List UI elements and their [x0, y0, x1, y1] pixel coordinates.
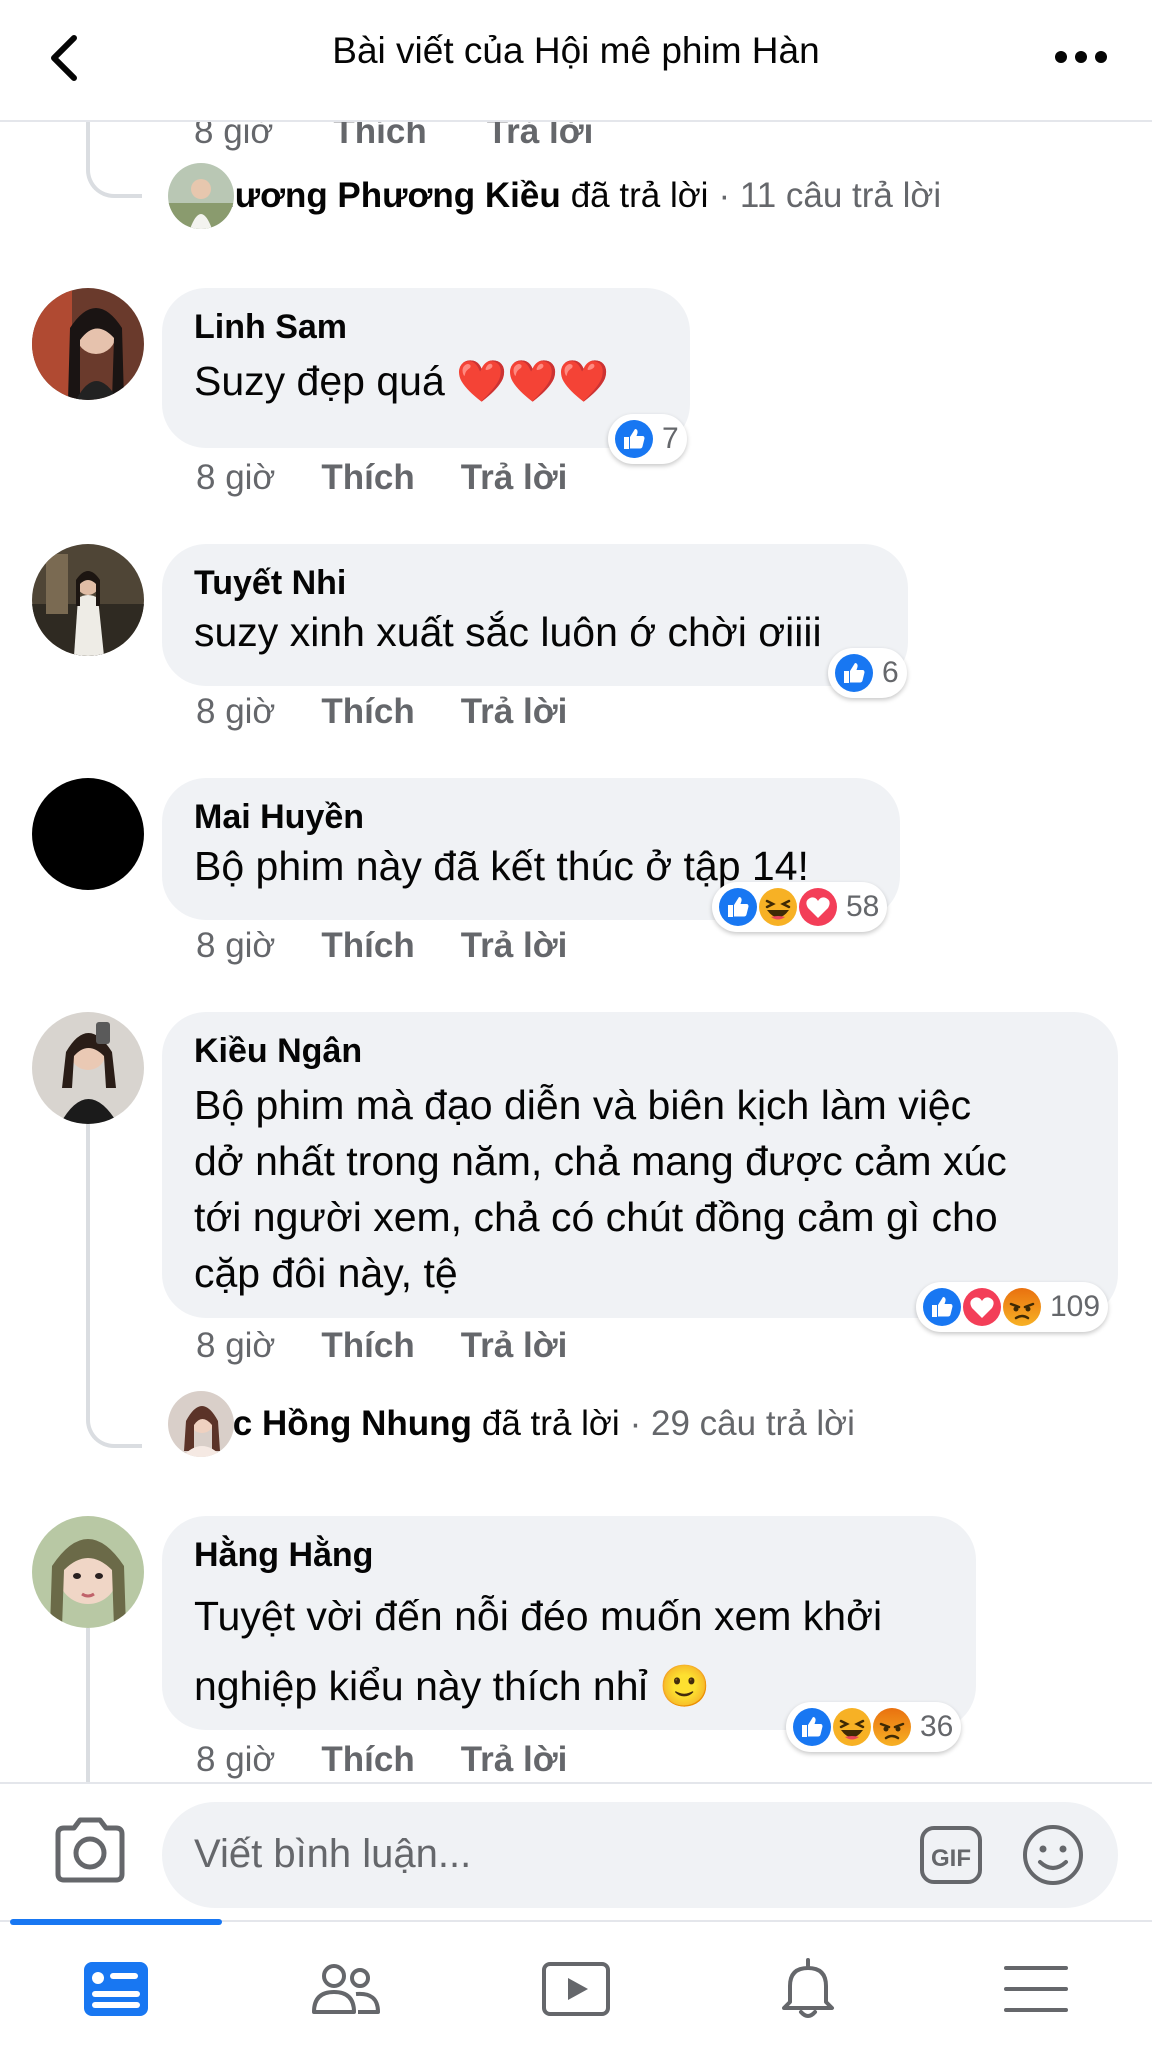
comment-meta: 8 giờ Thích Trả lời	[196, 458, 613, 498]
reaction-summary[interactable]: 36	[786, 1702, 962, 1752]
avatar	[168, 163, 234, 229]
like-link[interactable]: Thích	[321, 458, 414, 498]
comment-text: suzy xinh xuất sắc luôn ớ chời ơiiii	[194, 609, 822, 655]
reply-link[interactable]: Trả lời	[461, 1740, 568, 1780]
groups-icon[interactable]	[308, 1956, 384, 2022]
avatar	[168, 1391, 234, 1457]
comment-bubble: Tuyết Nhi suzy xinh xuất sắc luôn ớ chời…	[162, 544, 908, 686]
avatar[interactable]	[32, 288, 144, 400]
comment-bubble: Kiều Ngân Bộ phim mà đạo diễn và biên kị…	[162, 1012, 1118, 1318]
camera-icon[interactable]	[50, 1814, 130, 1886]
comment-time: 8 giờ	[196, 1740, 276, 1779]
notifications-bell-icon[interactable]	[770, 1956, 846, 2022]
comment-time: 8 giờ	[196, 692, 276, 731]
comment-input[interactable]	[194, 1824, 894, 1884]
view-replies-link[interactable]: Phương Phương Kiều đã trả lời · 11 câu t…	[168, 163, 942, 229]
comment-input-box[interactable]: GIF	[162, 1802, 1118, 1908]
like-link[interactable]: Thích	[321, 926, 414, 966]
reply-link[interactable]: Trả lời	[461, 692, 568, 732]
comment-composer: GIF	[0, 1782, 1152, 1920]
thread-line	[86, 1124, 90, 1378]
reaction-summary[interactable]: 109	[916, 1282, 1109, 1332]
haha-reaction-icon	[831, 1706, 873, 1748]
comment-text-line: dở nhất trong năm, chả mang được cảm xúc	[194, 1138, 1007, 1184]
comment-meta: 8 giờ Thích Trả lời	[196, 1740, 613, 1780]
thread-line	[86, 1628, 90, 1782]
comment-meta: 8 giờ Thích Trả lời	[196, 926, 613, 966]
angry-reaction-icon	[1001, 1286, 1043, 1328]
comment-text: Suzy đẹp quá ❤️❤️❤️	[194, 358, 610, 404]
thread-connector	[86, 122, 142, 198]
more-options-icon[interactable]	[1046, 34, 1116, 80]
top-bar: Bài viết của Hội mê phim Hàn	[0, 0, 1152, 122]
reply-link[interactable]: Trả lời	[461, 458, 568, 498]
reply-link[interactable]: Trả lời	[461, 1326, 568, 1366]
like-link[interactable]: Thích	[321, 1326, 414, 1366]
reaction-count: 58	[846, 890, 880, 923]
comment-author-name[interactable]: Hằng Hằng	[194, 1536, 944, 1575]
page-title: Bài viết của Hội mê phim Hàn	[332, 30, 820, 71]
angry-reaction-icon	[871, 1706, 913, 1748]
reaction-count: 36	[920, 1710, 954, 1743]
comment-list: 8 giờ Thích Trả lời Phương Phương Kiều đã …	[0, 122, 1152, 1782]
comment-time: 8 giờ	[196, 1326, 276, 1365]
like-link[interactable]: Thích	[321, 1740, 414, 1780]
comment-text-line: tới người xem, chả có chút đồng cảm gì c…	[194, 1194, 998, 1240]
emoji-icon[interactable]	[1020, 1822, 1086, 1888]
reaction-count: 7	[662, 422, 679, 455]
comment-meta: 8 giờ Thích Trả lời	[196, 1326, 613, 1366]
comment-meta-cutoff: 8 giờ Thích Trả lời	[194, 122, 594, 151]
like-reaction-icon	[833, 652, 875, 694]
comment-author-name[interactable]: Linh Sam	[194, 308, 658, 347]
gif-icon[interactable]: GIF	[918, 1824, 984, 1886]
comment-text-line: Tuyệt vời đến nỗi đéo muốn xem khởi	[194, 1593, 883, 1639]
love-reaction-icon	[797, 886, 839, 928]
reaction-count: 109	[1050, 1290, 1101, 1323]
active-tab-indicator	[10, 1919, 222, 1925]
news-feed-icon[interactable]	[78, 1956, 154, 2022]
reaction-summary[interactable]: 7	[608, 414, 687, 464]
like-reaction-icon	[921, 1286, 963, 1328]
avatar[interactable]	[32, 544, 144, 656]
svg-text:GIF: GIF	[931, 1845, 971, 1872]
comment-time: 8 giờ	[196, 458, 276, 497]
love-reaction-icon	[961, 1286, 1003, 1328]
comment-author-name[interactable]: Mai Huyền	[194, 798, 868, 837]
reply-link[interactable]: Trả lời	[461, 926, 568, 966]
comment-text-line: Bộ phim mà đạo diễn và biên kịch làm việ…	[194, 1082, 972, 1128]
reaction-summary[interactable]: 6	[828, 648, 907, 698]
reply-author-name[interactable]: Phương Phương Kiều	[190, 176, 561, 216]
reaction-summary[interactable]: 58	[712, 882, 888, 932]
bottom-tab-bar	[0, 1919, 1152, 2048]
like-reaction-icon	[717, 886, 759, 928]
avatar[interactable]	[32, 1012, 144, 1124]
like-reaction-icon	[791, 1706, 833, 1748]
menu-hamburger-icon[interactable]	[998, 1956, 1074, 2022]
haha-reaction-icon	[757, 886, 799, 928]
comment-bubble: Hằng Hằng Tuyệt vời đến nỗi đéo muốn xem…	[162, 1516, 976, 1730]
reaction-count: 6	[882, 656, 899, 689]
avatar[interactable]	[32, 778, 144, 890]
comment-author-name[interactable]: Kiều Ngân	[194, 1032, 1086, 1071]
reply-action-text: đã trả lời	[481, 1404, 620, 1443]
like-reaction-icon	[613, 418, 655, 460]
comment-meta: 8 giờ Thích Trả lời	[196, 692, 613, 732]
reply-count: · 29 câu trả lời	[629, 1404, 855, 1443]
reply-count: · 11 câu trả lời	[718, 176, 942, 215]
like-link[interactable]: Thích	[321, 692, 414, 732]
comment-author-name[interactable]: Tuyết Nhi	[194, 564, 876, 603]
reply-action-text: đã trả lời	[570, 176, 709, 215]
comment-time: 8 giờ	[196, 926, 276, 965]
view-replies-link[interactable]: Lục Hồng Nhung đã trả lời · 29 câu trả l…	[168, 1391, 855, 1457]
avatar[interactable]	[32, 1516, 144, 1628]
watch-video-icon[interactable]	[538, 1956, 614, 2022]
thread-connector	[86, 1352, 142, 1448]
comment-bubble: Linh Sam Suzy đẹp quá ❤️❤️❤️	[162, 288, 690, 448]
